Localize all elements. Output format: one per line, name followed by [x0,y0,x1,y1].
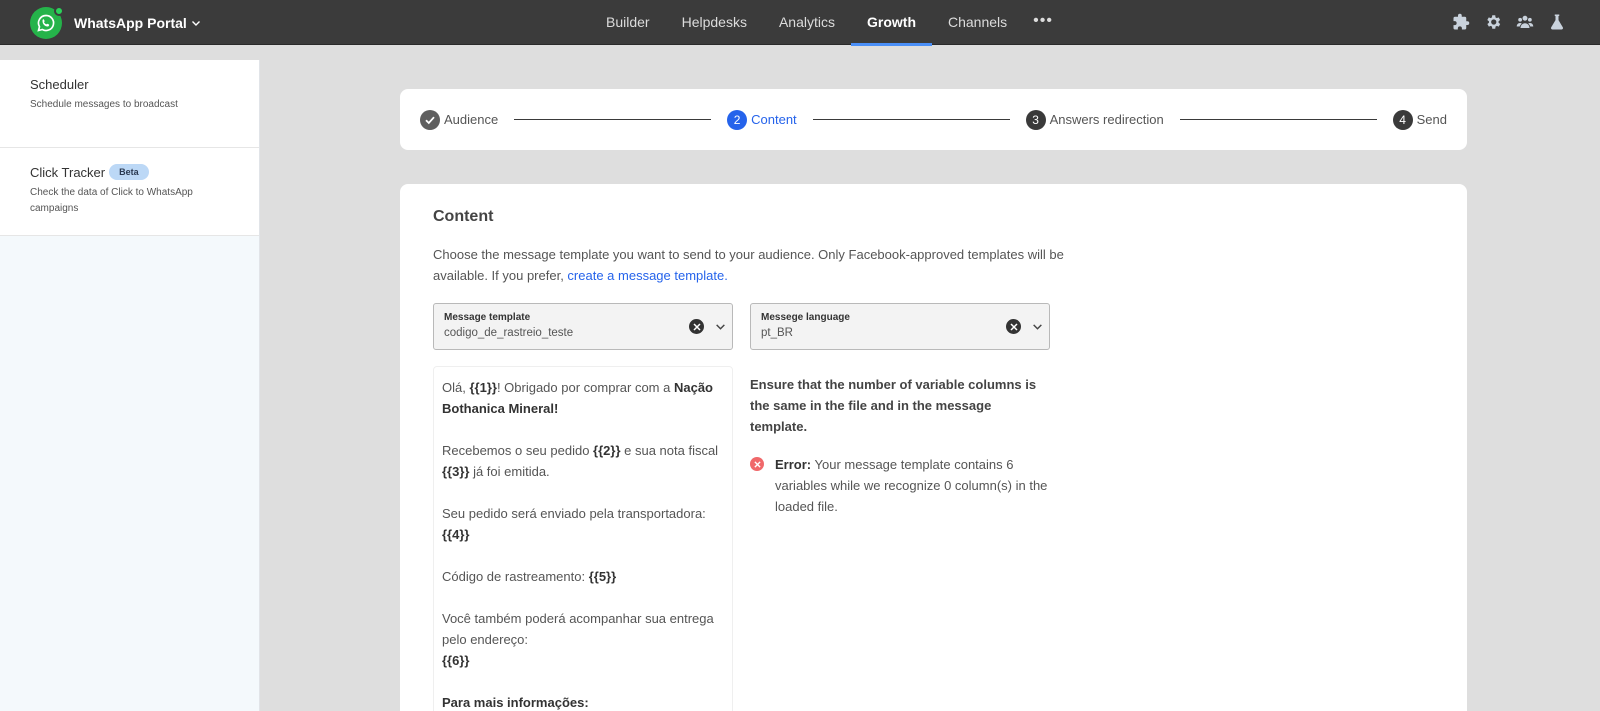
select-label: Messege language [761,312,850,323]
template-preview: Olá, {{1}}! Obrigado por comprar com a N… [433,366,733,711]
app-name: WhatsApp Portal [74,14,187,31]
chevron-down-icon [191,20,200,26]
content-card: Content Choose the message template you … [400,184,1467,711]
preview-text: já foi emitida. [469,464,550,479]
wizard-stepper: Audience 2 Content 3 Answers redirection… [400,89,1467,150]
step-label: Send [1416,112,1448,127]
step-content[interactable]: 2 Content [727,109,797,130]
message-template-select[interactable]: Message template codigo_de_rastreio_test… [433,303,733,350]
preview-text: ! Obrigado por comprar com a [496,380,674,395]
select-value: codigo_de_rastreio_teste [444,327,574,339]
select-value: pt_BR [761,327,793,339]
sidebar-item-desc: Schedule messages to broadcast [30,99,178,110]
preview-bold-text: Para mais informações: [442,695,589,710]
top-bar: WhatsApp Portal Builder Helpdesks Analyt… [0,0,1600,46]
preview-variable: {{5}} [588,569,617,584]
error-message: Error: Your message template contains 6 … [750,454,1050,517]
preview-paragraph: Recebemos o seu pedido {{2}} e sua nota … [442,440,724,482]
preview-variable: {{1}} [469,380,497,395]
flask-icon[interactable] [1547,12,1566,31]
step-audience[interactable]: Audience [420,109,499,130]
create-template-link[interactable]: create a message template. [567,268,727,283]
step-connector [514,119,712,120]
preview-text: Código de rastreamento: [442,569,589,584]
error-label: Error: [775,457,812,472]
beta-badge: Beta [109,164,149,180]
team-icon[interactable] [1515,12,1534,31]
sidebar-item-title-row: Click Tracker Beta [30,164,229,180]
preview-text: e sua nota fiscal [620,443,719,458]
preview-paragraph: Para mais informações: [442,692,724,711]
step-connector [1179,119,1377,120]
check-icon [420,109,440,130]
step-connector [812,119,1010,120]
nav-analytics[interactable]: Analytics [763,0,851,45]
nav-helpdesks[interactable]: Helpdesks [666,0,763,45]
error-text: Error: Your message template contains 6 … [775,454,1050,517]
preview-text: Olá, [442,380,470,395]
message-language-select[interactable]: Messege language pt_BR [750,303,1050,350]
app-switcher[interactable]: WhatsApp Portal [30,5,201,39]
nav-channels[interactable]: Channels [932,0,1023,45]
whatsapp-logo-icon [30,5,64,39]
sidebar-item-title: Scheduler [30,77,89,92]
preview-variable: {{3}} [442,464,470,479]
preview-text: Recebemos o seu pedido [442,443,594,458]
sidebar-item-desc: Check the data of Click to WhatsApp camp… [30,187,193,214]
sidebar-item-title: Click Tracker [30,164,106,180]
sidebar-item-scheduler[interactable]: Scheduler Schedule messages to broadcast [0,60,259,148]
section-description: Choose the message template you want to … [433,244,1113,286]
preview-text: Você também poderá acompanhar sua entreg… [442,611,714,647]
puzzle-icon[interactable] [1451,12,1470,31]
chevron-down-icon[interactable] [1032,321,1043,332]
online-status-dot [54,5,64,16]
preview-variable: {{2}} [593,443,621,458]
sidebar-item-click-tracker[interactable]: Click Tracker Beta Check the data of Cli… [0,148,259,236]
preview-variable: {{6}} [442,653,470,668]
step-send[interactable]: 4 Send [1392,109,1448,130]
preview-text: Seu pedido será enviado pela transportad… [442,506,706,521]
clear-icon[interactable] [1006,319,1021,334]
preview-paragraph: Você também poderá acompanhar sua entreg… [442,608,724,671]
preview-variable: {{4}} [442,527,470,542]
error-detail: Your message template contains 6 variabl… [775,457,1048,514]
section-title: Content [433,208,494,225]
clear-icon[interactable] [689,319,704,334]
error-icon [750,457,764,471]
step-label: Content [751,112,797,127]
step-label: Audience [444,112,499,127]
step-number: 3 [1025,109,1046,130]
more-menu-icon[interactable]: ••• [1023,0,1063,45]
preview-paragraph: Código de rastreamento: {{5}} [442,566,724,587]
chevron-down-icon[interactable] [715,321,726,332]
step-number: 4 [1392,109,1413,130]
preview-paragraph: Olá, {{1}}! Obrigado por comprar com a N… [442,377,724,419]
nav-growth[interactable]: Growth [851,0,932,46]
step-answers-redirection[interactable]: 3 Answers redirection [1025,109,1164,130]
header-actions [1451,12,1566,31]
description-text: Choose the message template you want to … [433,247,1064,283]
sidebar: Scheduler Schedule messages to broadcast… [0,60,260,711]
gear-icon[interactable] [1483,12,1502,31]
variable-columns-warning: Ensure that the number of variable colum… [750,377,1037,434]
select-label: Message template [444,312,531,323]
step-label: Answers redirection [1049,112,1164,127]
nav-builder[interactable]: Builder [594,0,666,45]
main-nav: Builder Helpdesks Analytics Growth Chann… [594,0,1063,46]
step-number: 2 [727,109,748,130]
preview-paragraph: Seu pedido será enviado pela transportad… [442,503,724,545]
